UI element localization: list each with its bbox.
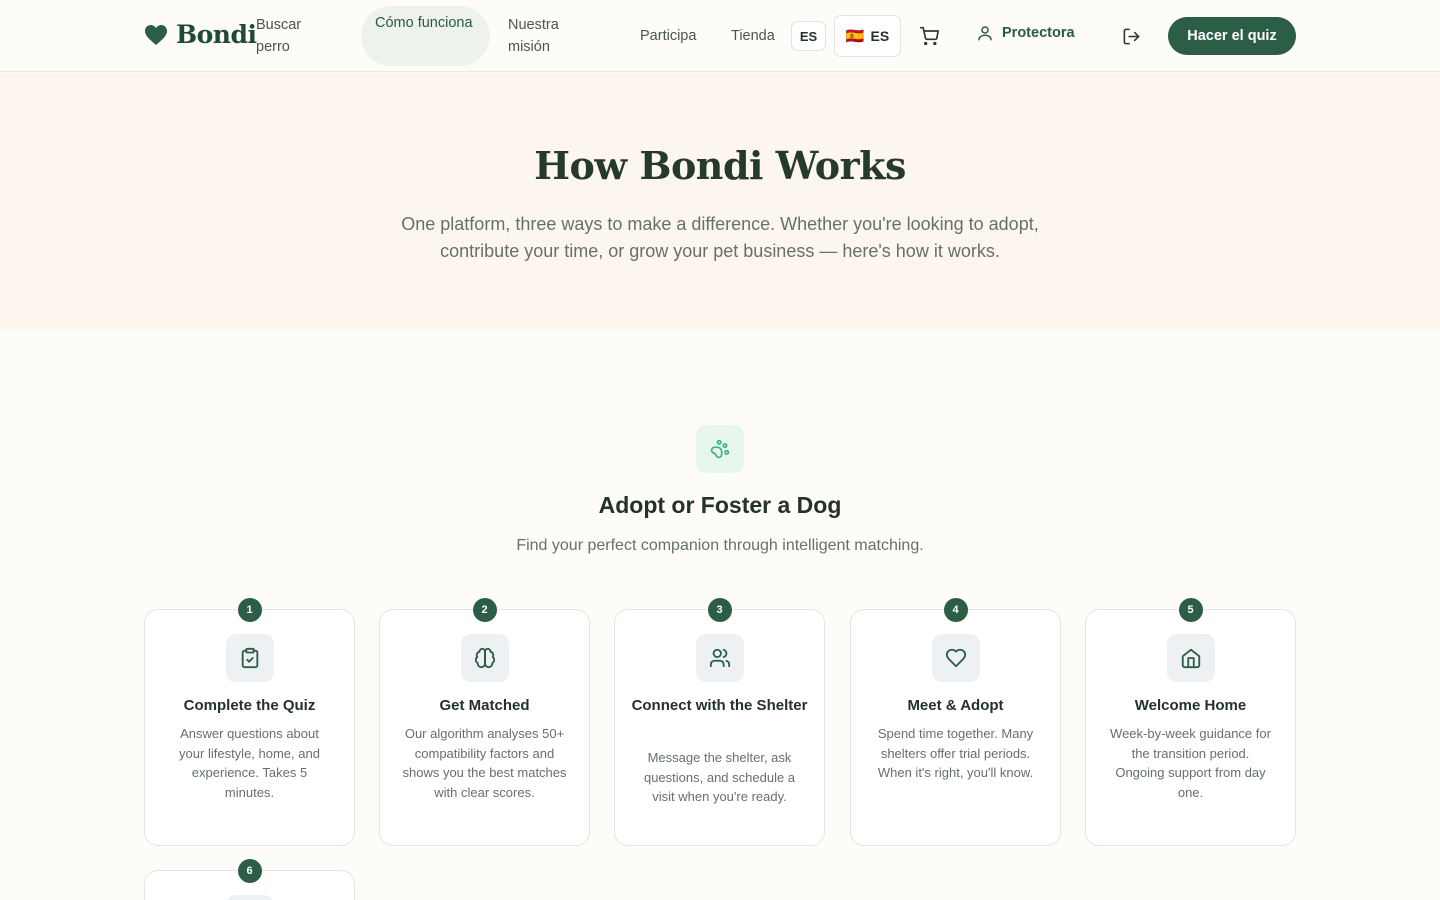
step-description: Spend time together. Many shelters offer… <box>877 726 1034 780</box>
step-number: 2 <box>472 598 497 622</box>
section-icon-box <box>696 425 744 473</box>
language-selector-label: ES <box>870 28 890 44</box>
step-card-4: 4 Meet & Adopt Spend time together. Many… <box>850 598 1061 846</box>
nav-como-funciona[interactable]: Cómo funciona <box>361 6 490 66</box>
heart-icon <box>945 648 966 668</box>
step-icon-box <box>931 634 980 682</box>
user-icon <box>978 26 992 41</box>
site-header: Bondi Buscar perro Cómo funciona Nuestra… <box>0 0 1440 72</box>
heart-logo-icon <box>145 24 167 45</box>
nav-buscar-perro[interactable]: Buscar perro <box>256 14 328 58</box>
account-link[interactable]: Protectora <box>976 24 1075 42</box>
step-title: Meet & Adopt <box>907 697 1004 714</box>
logout-button[interactable] <box>1119 24 1143 48</box>
step-title: Connect with the Shelter <box>631 697 808 714</box>
step-card-1: 1 Complete the Quiz Answer questions abo… <box>144 598 355 846</box>
cart-icon <box>919 26 939 46</box>
nav-participa[interactable]: Participa <box>640 25 696 47</box>
step-description: Week-by-week guidance for the transition… <box>1110 726 1271 800</box>
cart-button[interactable] <box>917 24 941 48</box>
flag-spain-icon: 🇪🇸 <box>845 28 865 45</box>
step-number: 6 <box>237 859 262 883</box>
hero-subtitle: One platform, three ways to make a diffe… <box>401 214 1039 261</box>
step-card-3: 3 Connect with the Shelter Message the s… <box>614 598 825 846</box>
brand-name: Bondi <box>176 20 257 49</box>
step-title: Get Matched <box>439 697 530 714</box>
step-number: 3 <box>707 598 732 622</box>
step-description: Message the shelter, ask questions, and … <box>643 750 796 804</box>
step-title: Complete the Quiz <box>183 697 316 714</box>
step-title: Welcome Home <box>1134 697 1247 714</box>
step-number: 5 <box>1178 598 1203 622</box>
step-description: Answer questions about your lifestyle, h… <box>179 726 320 800</box>
logout-icon <box>1123 28 1139 44</box>
step-card-2: 2 Get Matched Our algorithm analyses 50+… <box>379 598 590 846</box>
brain-icon <box>474 647 495 669</box>
users-icon <box>709 648 730 668</box>
hero-section: How Bondi Works One platform, three ways… <box>0 73 1440 329</box>
language-code-button[interactable]: ES <box>791 21 826 51</box>
paw-icon <box>710 439 730 459</box>
nav-nuestra-mision[interactable]: Nuestra misión <box>508 14 588 58</box>
step-number: 1 <box>237 598 262 622</box>
section-title: Adopt or Foster a Dog <box>598 492 842 518</box>
step-number: 4 <box>943 598 968 622</box>
clipboard-check-icon <box>241 647 258 669</box>
logo[interactable]: Bondi <box>144 20 257 49</box>
step-icon-box <box>695 634 744 682</box>
step-icon-box <box>1166 634 1215 682</box>
take-quiz-button[interactable]: Hacer el quiz <box>1168 17 1296 55</box>
language-selector[interactable]: 🇪🇸 ES <box>834 15 901 57</box>
step-card-6: 6 <box>144 859 355 900</box>
account-label: Protectora <box>1002 25 1075 41</box>
page-title: How Bondi Works <box>534 143 906 188</box>
step-card-5: 5 Welcome Home Week-by-week guidance for… <box>1085 598 1296 846</box>
section-subtitle: Find your perfect companion through inte… <box>516 537 924 554</box>
step-description: Our algorithm analyses 50+ compatibility… <box>402 726 567 800</box>
language-code: ES <box>799 28 818 44</box>
step-icon-box <box>460 634 509 682</box>
step-icon-box <box>225 634 274 682</box>
step-icon-box <box>225 895 274 900</box>
home-icon <box>1181 648 1200 669</box>
nav-tienda[interactable]: Tienda <box>731 25 775 47</box>
